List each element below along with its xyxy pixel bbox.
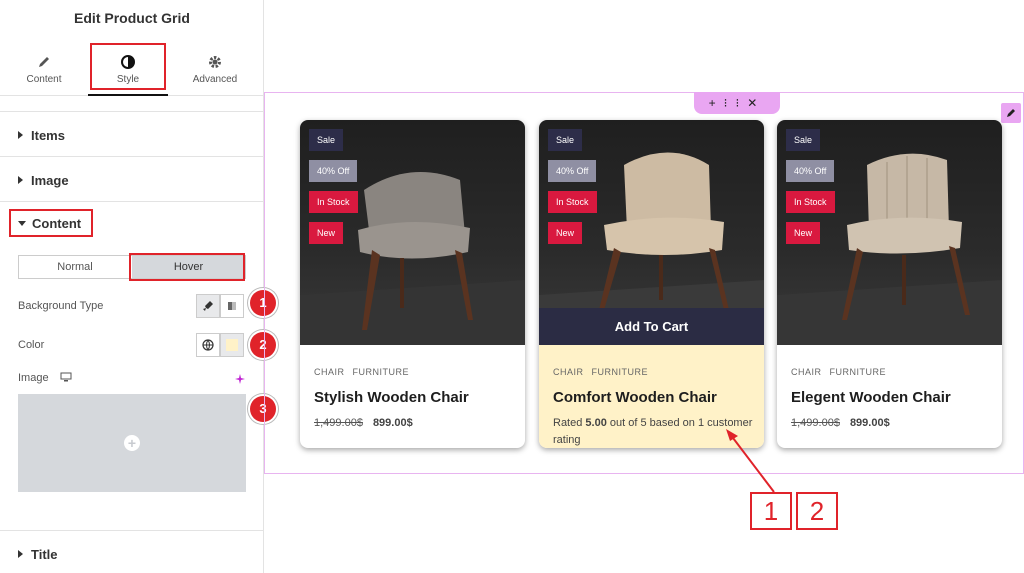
callout-1: 1 bbox=[750, 492, 792, 530]
image-label: Image bbox=[18, 372, 72, 384]
caret-right-icon bbox=[18, 131, 23, 139]
caret-right-icon bbox=[18, 550, 23, 558]
plus-icon: + bbox=[124, 435, 140, 451]
tab-content-label: Content bbox=[26, 74, 62, 85]
ai-sparkle-icon[interactable] bbox=[234, 373, 246, 385]
tab-content[interactable]: Content bbox=[4, 44, 84, 96]
section-items-label: Items bbox=[31, 128, 65, 143]
caret-right-icon bbox=[18, 176, 23, 184]
image-chooser[interactable]: + bbox=[18, 394, 246, 492]
hover-highlight bbox=[129, 253, 245, 281]
editor-panel: Edit Product Grid Content Style Advanced… bbox=[0, 0, 276, 573]
tab-advanced-label: Advanced bbox=[192, 74, 238, 85]
section-image[interactable]: Image bbox=[0, 156, 264, 201]
color-swatch[interactable] bbox=[220, 333, 244, 357]
color-label: Color bbox=[18, 339, 45, 351]
preview-canvas: +⁝⁝✕ Sale 40% Off In Stock New CHAIR FURN… bbox=[264, 0, 1024, 573]
gear-icon bbox=[209, 56, 221, 68]
section-image-label: Image bbox=[31, 173, 69, 188]
tab-advanced[interactable]: Advanced bbox=[175, 44, 255, 96]
desktop-icon[interactable] bbox=[60, 372, 72, 382]
globe-icon bbox=[202, 339, 214, 351]
content-highlight bbox=[9, 209, 93, 237]
swatch-fill bbox=[226, 339, 238, 351]
classic-background-button[interactable] bbox=[196, 294, 220, 318]
pencil-icon bbox=[39, 57, 49, 67]
panel-title: Edit Product Grid bbox=[74, 10, 190, 26]
gradient-background-button[interactable] bbox=[220, 294, 244, 318]
section-title-label: Title bbox=[31, 547, 58, 562]
gradient-icon bbox=[228, 302, 236, 310]
image-label-text: Image bbox=[18, 372, 49, 384]
section-items[interactable]: Items bbox=[0, 111, 264, 156]
normal-tab[interactable]: Normal bbox=[19, 256, 131, 278]
style-tab-highlight bbox=[90, 43, 166, 90]
section-title[interactable]: Title bbox=[0, 530, 264, 573]
annotation-arrow bbox=[726, 429, 775, 493]
global-color-button[interactable] bbox=[196, 333, 220, 357]
background-type-label: Background Type bbox=[18, 300, 104, 312]
brush-icon bbox=[203, 301, 213, 311]
callout-2: 2 bbox=[796, 492, 838, 530]
